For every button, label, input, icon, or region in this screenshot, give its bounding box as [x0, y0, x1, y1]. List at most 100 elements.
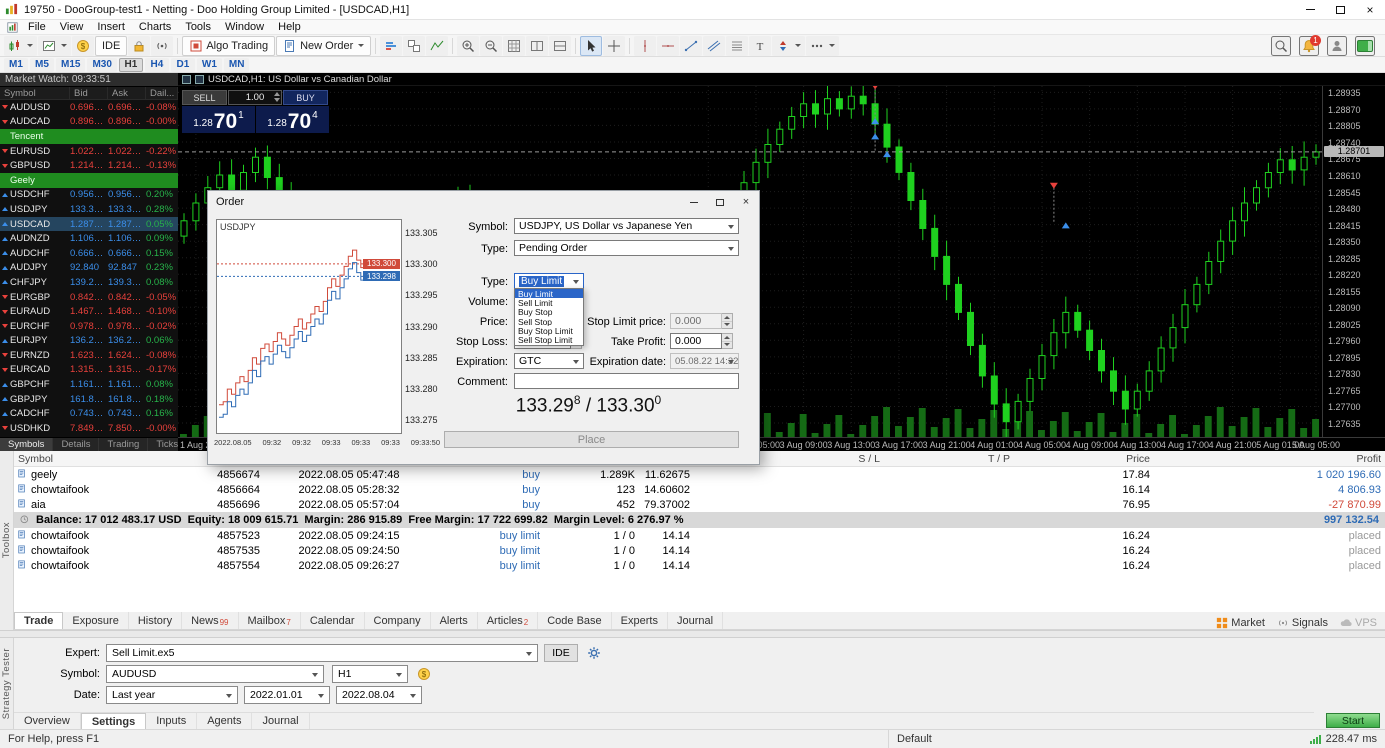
zigzag-button[interactable] [426, 36, 448, 56]
toolbox-tab-alerts[interactable]: Alerts [431, 612, 478, 629]
expert-select[interactable]: Sell Limit.ex5 [106, 644, 538, 662]
tester-tab-journal[interactable]: Journal [252, 713, 309, 729]
toolbox-side-caption[interactable]: Toolbox [0, 451, 14, 630]
order-kind-select[interactable]: Pending Order [514, 240, 739, 256]
zoom-in-button[interactable] [457, 36, 479, 56]
timeframe-h4[interactable]: H4 [145, 58, 169, 72]
hline-button[interactable] [657, 36, 679, 56]
timeframe-m5[interactable]: M5 [30, 58, 54, 72]
market-watch-row-audnzd[interactable]: AUDNZD1.106…1.106…0.09% [0, 231, 178, 246]
profile-selector[interactable]: Default [888, 730, 932, 748]
channel-button[interactable] [703, 36, 725, 56]
trade-row[interactable]: chowtaifook48575352022.08.05 09:24:50buy… [14, 543, 1385, 558]
trendline-button[interactable] [680, 36, 702, 56]
volume-spin-buttons[interactable] [274, 92, 280, 102]
order-type-option-sell-stop[interactable]: Sell Stop [515, 317, 583, 326]
market-watch-row-tencent[interactable]: Tencent [0, 129, 178, 144]
deposit-currency-icon[interactable]: $ [414, 665, 434, 683]
signals-button[interactable]: Signals [1277, 617, 1328, 629]
dialog-close-button[interactable]: × [733, 191, 759, 213]
tile-v-button[interactable] [549, 36, 571, 56]
fibonacci-button[interactable] [726, 36, 748, 56]
toolbox-tab-calendar[interactable]: Calendar [301, 612, 365, 629]
tester-tab-overview[interactable]: Overview [14, 713, 81, 729]
chart-window-icon[interactable] [182, 75, 191, 84]
order-type-option-buy-stop-limit[interactable]: Buy Stop Limit [515, 326, 583, 335]
date-range-select[interactable]: Last year [106, 686, 238, 704]
ide-button[interactable]: IDE [544, 644, 578, 662]
toolbox-tab-mailbox[interactable]: Mailbox7 [239, 612, 301, 629]
market-button[interactable]: Market [1216, 617, 1265, 629]
market-depth-button[interactable] [380, 36, 402, 56]
timeframe-mn[interactable]: MN [224, 58, 250, 72]
trade-column-t-p-7[interactable]: T / P [884, 453, 1014, 465]
trade-row[interactable]: aia48566962022.08.05 05:57:04buy45279.37… [14, 497, 1385, 512]
vline-button[interactable] [634, 36, 656, 56]
notifications-button[interactable]: 1 [1299, 36, 1319, 56]
algo-trading-button[interactable]: Algo Trading [182, 36, 275, 56]
market-watch-row-euraud[interactable]: EURAUD1.467…1.468…-0.10% [0, 304, 178, 319]
deposit-button[interactable]: $ [72, 36, 94, 56]
new-order-button[interactable]: New Order [276, 36, 371, 56]
menu-item-help[interactable]: Help [271, 20, 308, 34]
toolbox-tab-exposure[interactable]: Exposure [63, 612, 128, 629]
dialog-minimize-button[interactable] [681, 191, 707, 213]
order-type-option-sell-stop-limit[interactable]: Sell Stop Limit [515, 336, 583, 345]
market-watch-row-usdhkd[interactable]: USDHKD7.849…7.850…-0.00% [0, 421, 178, 436]
market-watch-row-cadchf[interactable]: CADCHF0.743…0.743…0.16% [0, 406, 178, 421]
broadcast-button[interactable] [151, 36, 173, 56]
minimize-button[interactable] [1295, 0, 1325, 19]
market-watch-column-ask[interactable]: Ask [108, 87, 146, 99]
volume-stepper[interactable]: 1.00 [228, 90, 282, 105]
market-watch-row-eurjpy[interactable]: EURJPY136.2…136.2…0.06% [0, 334, 178, 349]
maximize-button[interactable] [1325, 0, 1355, 19]
arrows-button[interactable] [772, 36, 805, 56]
tester-tab-settings[interactable]: Settings [81, 713, 146, 729]
trade-column-price-8[interactable]: Price [1014, 453, 1154, 465]
market-watch-row-usdcad[interactable]: USDCAD1.287…1.287…0.05% [0, 217, 178, 232]
tester-tab-agents[interactable]: Agents [197, 713, 252, 729]
market-watch-tab-trading[interactable]: Trading [99, 438, 148, 451]
market-watch-column-dail-[interactable]: Dail... [146, 87, 178, 99]
trade-column-profit-9[interactable]: Profit [1154, 453, 1385, 465]
zoom-out-button[interactable] [480, 36, 502, 56]
take-profit-field[interactable]: 0.000 [670, 333, 722, 349]
timeframe-d1[interactable]: D1 [171, 58, 195, 72]
chart-profile-button[interactable] [38, 36, 71, 56]
toolbox-tab-code-base[interactable]: Code Base [538, 612, 611, 629]
strategy-tester-side-caption[interactable]: Strategy Tester [0, 638, 14, 729]
order-symbol-select[interactable]: USDJPY, US Dollar vs Japanese Yen [514, 218, 739, 234]
grid-button[interactable] [503, 36, 525, 56]
buy-button[interactable]: BUY [283, 90, 328, 105]
period-select[interactable]: H1 [332, 665, 408, 683]
comment-field[interactable] [514, 373, 739, 389]
toolbox-tab-news[interactable]: News99 [182, 612, 238, 629]
menu-item-window[interactable]: Window [218, 20, 271, 34]
dialog-maximize-button[interactable] [707, 191, 733, 213]
market-watch-row-audcad[interactable]: AUDCAD0.896…0.896…-0.00% [0, 115, 178, 130]
toolbox-tab-experts[interactable]: Experts [612, 612, 668, 629]
crosshair-button[interactable] [603, 36, 625, 56]
chart-restore-icon[interactable] [195, 75, 204, 84]
market-watch-row-chfjpy[interactable]: CHFJPY139.2…139.3…0.08% [0, 275, 178, 290]
ide-button[interactable]: IDE [95, 36, 127, 56]
menu-item-charts[interactable]: Charts [132, 20, 178, 34]
market-watch-tab-details[interactable]: Details [53, 438, 99, 451]
order-type-option-buy-stop[interactable]: Buy Stop [515, 308, 583, 317]
order-type-option-sell-limit[interactable]: Sell Limit [515, 298, 583, 307]
timeframe-w1[interactable]: W1 [197, 58, 222, 72]
timeframe-h1[interactable]: H1 [119, 58, 143, 72]
close-button[interactable]: × [1355, 0, 1385, 19]
menu-item-tools[interactable]: Tools [178, 20, 218, 34]
timeframe-m15[interactable]: M15 [56, 58, 85, 72]
text-tool-button[interactable]: T [749, 36, 771, 56]
tile-windows-button[interactable] [403, 36, 425, 56]
toolbox-tab-history[interactable]: History [129, 612, 182, 629]
take-profit-spinner[interactable] [722, 333, 733, 349]
toolbox-tab-trade[interactable]: Trade [14, 612, 63, 629]
toolbox-tab-company[interactable]: Company [365, 612, 431, 629]
tester-tab-inputs[interactable]: Inputs [146, 713, 197, 729]
order-dialog-title-bar[interactable]: Order × [208, 191, 759, 213]
price-scale[interactable]: 1.289351.288701.288051.287401.286751.286… [1322, 86, 1385, 437]
chart-document-icon[interactable] [7, 22, 18, 33]
